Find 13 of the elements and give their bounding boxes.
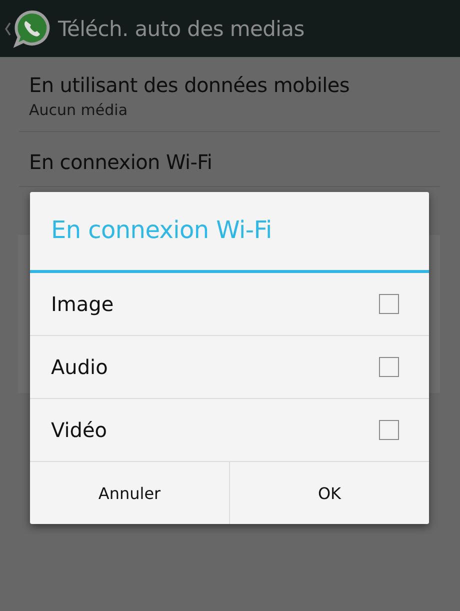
screen-title: Téléch. auto des medias xyxy=(58,16,304,40)
back-chevron-icon[interactable] xyxy=(4,22,12,36)
chat-bubble-phone-icon xyxy=(12,8,52,48)
dialog-title: En connexion Wi-Fi xyxy=(30,192,429,273)
checkbox[interactable] xyxy=(379,357,399,377)
setting-value: Aucun média xyxy=(29,101,129,119)
option-label: Vidéo xyxy=(51,418,108,442)
ok-button[interactable]: OK xyxy=(229,462,429,524)
option-label: Image xyxy=(51,292,114,316)
option-label: Audio xyxy=(51,355,108,379)
checkbox[interactable] xyxy=(379,420,399,440)
cancel-button[interactable]: Annuler xyxy=(30,462,229,524)
checkbox[interactable] xyxy=(379,294,399,314)
